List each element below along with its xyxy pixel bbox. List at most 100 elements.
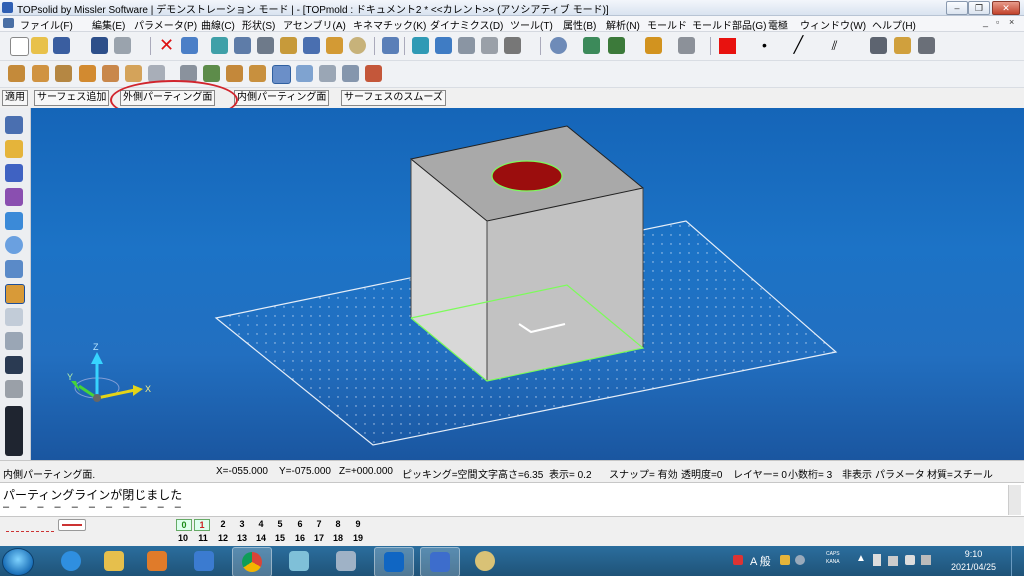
zoom-fit-icon[interactable]	[583, 37, 600, 54]
start-button[interactable]	[2, 548, 34, 576]
layer-7[interactable]: 7	[312, 519, 326, 529]
status-hidden[interactable]: 非表示	[842, 466, 872, 481]
draft-tool-icon[interactable]	[5, 356, 23, 374]
parting-surface-icon[interactable]	[272, 65, 291, 84]
layer-2[interactable]: 2	[216, 519, 230, 529]
layer-11[interactable]: 11	[196, 533, 210, 543]
layer-3[interactable]: 3	[235, 519, 249, 529]
mold-tool-13-icon[interactable]	[296, 65, 313, 82]
mold-tool-6-icon[interactable]	[125, 65, 142, 82]
mold-tool-14-icon[interactable]	[319, 65, 336, 82]
layer-18[interactable]: 18	[331, 533, 345, 543]
mold-tool-1-icon[interactable]	[8, 65, 25, 82]
cube-icon[interactable]	[918, 37, 935, 54]
sketch-tool-icon[interactable]	[5, 116, 23, 134]
menu-analysis[interactable]: 解析(N)	[606, 17, 640, 32]
mdi-restore-button[interactable]: ▫	[996, 17, 999, 27]
app-icon[interactable]	[2, 2, 13, 13]
menu-mold[interactable]: モールド	[647, 17, 687, 32]
taskbar-paint[interactable]	[466, 547, 504, 575]
component-tool-icon[interactable]	[5, 308, 23, 326]
top-hole[interactable]	[491, 160, 563, 192]
menu-window[interactable]: ウィンドウ(W)	[800, 17, 866, 32]
layer-8[interactable]: 8	[331, 519, 345, 529]
mold-tool-9-icon[interactable]	[203, 65, 220, 82]
smooth-surface-button[interactable]: サーフェスのスムーズ	[341, 90, 446, 106]
color-swatch-icon[interactable]	[719, 38, 736, 54]
taskbar-explorer[interactable]	[95, 547, 133, 575]
save-icon[interactable]	[53, 37, 70, 54]
minimize-button[interactable]: –	[946, 1, 968, 15]
status-parameter[interactable]: パラメータ	[875, 466, 925, 481]
mold-tool-16-icon[interactable]	[365, 65, 382, 82]
help-icon[interactable]	[795, 555, 805, 565]
status-text-height[interactable]: 文字高さ=6.35	[478, 466, 543, 481]
network-icon[interactable]	[888, 556, 898, 566]
undo-icon[interactable]	[181, 37, 198, 54]
tools-icon[interactable]	[303, 37, 320, 54]
close-button[interactable]: ✕	[992, 1, 1020, 15]
render-icon[interactable]	[645, 37, 662, 54]
mold-tool-4-icon[interactable]	[79, 65, 96, 82]
mold-tool-15-icon[interactable]	[342, 65, 359, 82]
hook-icon[interactable]	[481, 37, 498, 54]
mold-tool-10-icon[interactable]	[226, 65, 243, 82]
layer-14[interactable]: 14	[254, 533, 268, 543]
message-scrollbar[interactable]	[1008, 485, 1021, 515]
pin-icon[interactable]	[678, 37, 695, 54]
layer-19[interactable]: 19	[351, 533, 365, 543]
menu-mold-parts[interactable]: モールド部品(G)	[692, 17, 766, 32]
mold-tool-3-icon[interactable]	[55, 65, 72, 82]
taskbar-ie[interactable]	[52, 547, 90, 575]
mdi-close-button[interactable]: ×	[1009, 17, 1014, 27]
status-transparency[interactable]: 透明度=0	[681, 466, 722, 481]
taskbar-app[interactable]	[185, 547, 223, 575]
block-side-face[interactable]	[487, 188, 643, 381]
mold-tool-11-icon[interactable]	[249, 65, 266, 82]
electrode-tool-icon[interactable]	[5, 332, 23, 350]
layer-9[interactable]: 9	[351, 519, 365, 529]
menu-tool[interactable]: ツール(T)	[510, 17, 553, 32]
layer-6[interactable]: 6	[293, 519, 307, 529]
layer-4[interactable]: 4	[254, 519, 268, 529]
battery-icon[interactable]	[873, 554, 881, 566]
search-elements-icon[interactable]	[234, 37, 251, 54]
line-style-icon[interactable]: ╱	[790, 37, 807, 54]
curve-tool-icon[interactable]	[5, 140, 23, 158]
taskbar-topsolid[interactable]	[420, 547, 460, 577]
frame-tool-icon[interactable]	[5, 236, 23, 254]
hatch-icon[interactable]: ⫽	[826, 37, 843, 54]
point-tool-icon[interactable]	[5, 212, 23, 230]
circle-icon[interactable]	[349, 37, 366, 54]
layer-10[interactable]: 10	[176, 533, 190, 543]
line-width-selector[interactable]	[58, 519, 86, 531]
parameters-icon[interactable]	[257, 37, 274, 54]
layer-17[interactable]: 17	[312, 533, 326, 543]
shape-tool-icon[interactable]	[5, 164, 23, 182]
status-display[interactable]: 表示= 0.2	[549, 466, 592, 481]
point-style-icon[interactable]: •	[756, 37, 773, 54]
layer-12[interactable]: 12	[216, 533, 230, 543]
menu-help[interactable]: ヘルプ(H)	[872, 17, 916, 32]
status-material[interactable]: 材質=スチール	[927, 466, 993, 481]
mold-tool-2-icon[interactable]	[32, 65, 49, 82]
menu-file[interactable]: ファイル(F)	[20, 17, 73, 32]
refresh-icon[interactable]	[211, 37, 228, 54]
taskbar-chrome[interactable]	[232, 547, 272, 577]
menu-electrode[interactable]: 電極	[768, 17, 788, 32]
apply-button[interactable]: 適用	[2, 90, 28, 106]
show-desktop-button[interactable]	[1011, 546, 1024, 576]
assembly-tool-icon[interactable]	[5, 260, 23, 278]
align-icon[interactable]	[458, 37, 475, 54]
line-type-selector[interactable]	[6, 521, 54, 532]
taskbar-media[interactable]	[138, 547, 176, 575]
drill-tool-icon[interactable]	[5, 380, 23, 398]
maximize-button[interactable]: ❐	[968, 1, 990, 15]
layer-0[interactable]: 0	[176, 519, 192, 531]
3d-viewport[interactable]: Z X Y	[31, 108, 1024, 460]
taskbar-calculator[interactable]	[327, 547, 365, 575]
layer-15[interactable]: 15	[273, 533, 287, 543]
menu-kinematic[interactable]: キネマチック(K)	[353, 17, 426, 32]
new-file-icon[interactable]	[10, 37, 29, 56]
info-icon[interactable]	[91, 37, 108, 54]
